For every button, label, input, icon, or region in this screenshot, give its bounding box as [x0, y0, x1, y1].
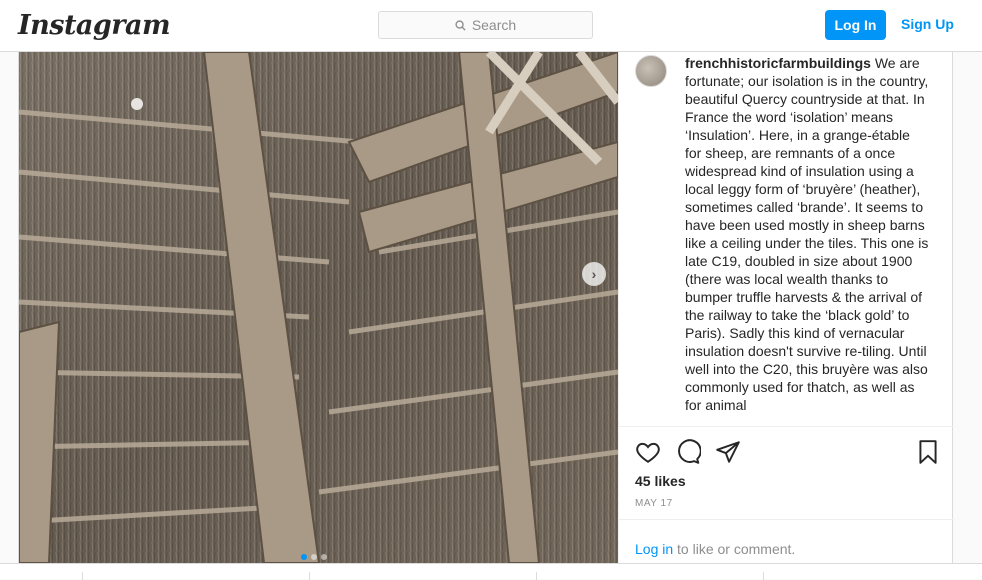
heart-icon[interactable]: [635, 439, 661, 465]
post-photo[interactable]: ›: [19, 52, 618, 563]
post-username[interactable]: frenchhistoricfarmbuildings: [685, 55, 871, 71]
post-sidebar: frenchhistoricfarmbuildings We are fortu…: [618, 52, 954, 563]
likes-count[interactable]: 45 likes: [635, 473, 686, 489]
search-placeholder: Search: [471, 17, 517, 33]
related-posts-strip: [0, 563, 982, 580]
avatar[interactable]: [635, 55, 667, 87]
top-nav: Instagram Search Log In Sign Up: [0, 0, 982, 52]
bookmark-icon[interactable]: [915, 439, 941, 465]
carousel-dots: [301, 554, 327, 560]
caption-text: We are fortunate; our isolation is in th…: [685, 55, 929, 413]
search-icon: [455, 19, 466, 31]
sign-up-link[interactable]: Sign Up: [901, 16, 954, 32]
post-date[interactable]: MAY 17: [635, 498, 673, 509]
share-icon[interactable]: [715, 439, 741, 465]
carousel-dot: [311, 554, 317, 560]
search-input[interactable]: Search: [378, 11, 593, 39]
barn-roof-photo: [19, 52, 618, 563]
chevron-right-icon[interactable]: ›: [582, 262, 606, 286]
login-prompt: Log in to like or comment.: [619, 519, 954, 563]
login-prompt-text: to like or comment.: [673, 541, 796, 557]
comment-icon[interactable]: [675, 439, 701, 465]
caption: frenchhistoricfarmbuildings We are fortu…: [685, 54, 930, 426]
instagram-logo[interactable]: Instagram: [18, 10, 171, 41]
log-in-button[interactable]: Log In: [825, 10, 886, 40]
carousel-dot-active: [301, 554, 307, 560]
log-in-link[interactable]: Log in: [635, 541, 673, 557]
post-actions: 45 likes MAY 17: [619, 426, 954, 520]
post-card: › frenchhistoricfarmbuildings We are for…: [18, 52, 954, 563]
carousel-dot: [321, 554, 327, 560]
